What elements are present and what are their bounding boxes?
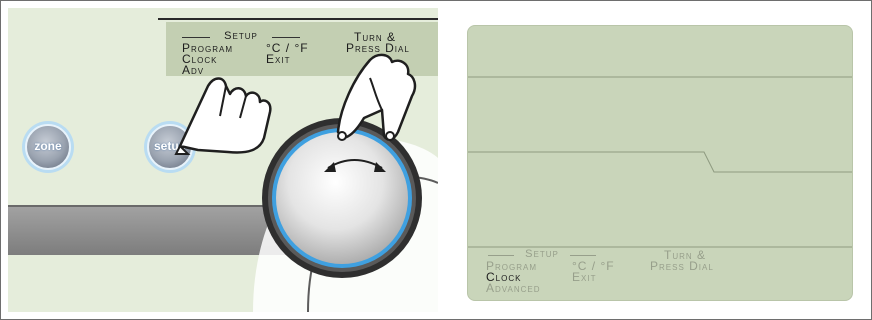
rotate-arrow-icon: [324, 159, 386, 172]
lcd-advanced-label: Advanced: [486, 281, 541, 295]
lcd-menu-labels: Setup Program °C / °F Clock Exit Advance…: [486, 248, 816, 298]
control-panel: Setup Program °C / °F Clock Exit Adv Tur…: [8, 8, 438, 312]
screenshot-frame: Setup Program °C / °F Clock Exit Adv Tur…: [0, 0, 872, 320]
lcd-press-dial-label: Press Dial: [650, 259, 714, 273]
pointing-hand-icon: [174, 77, 272, 155]
zone-button[interactable]: zone: [23, 139, 73, 153]
lcd-exit-label: Exit: [572, 270, 597, 284]
pinching-hand-icon: [336, 53, 417, 141]
lcd-display: Setup Program °C / °F Clock Exit Advance…: [467, 25, 853, 301]
